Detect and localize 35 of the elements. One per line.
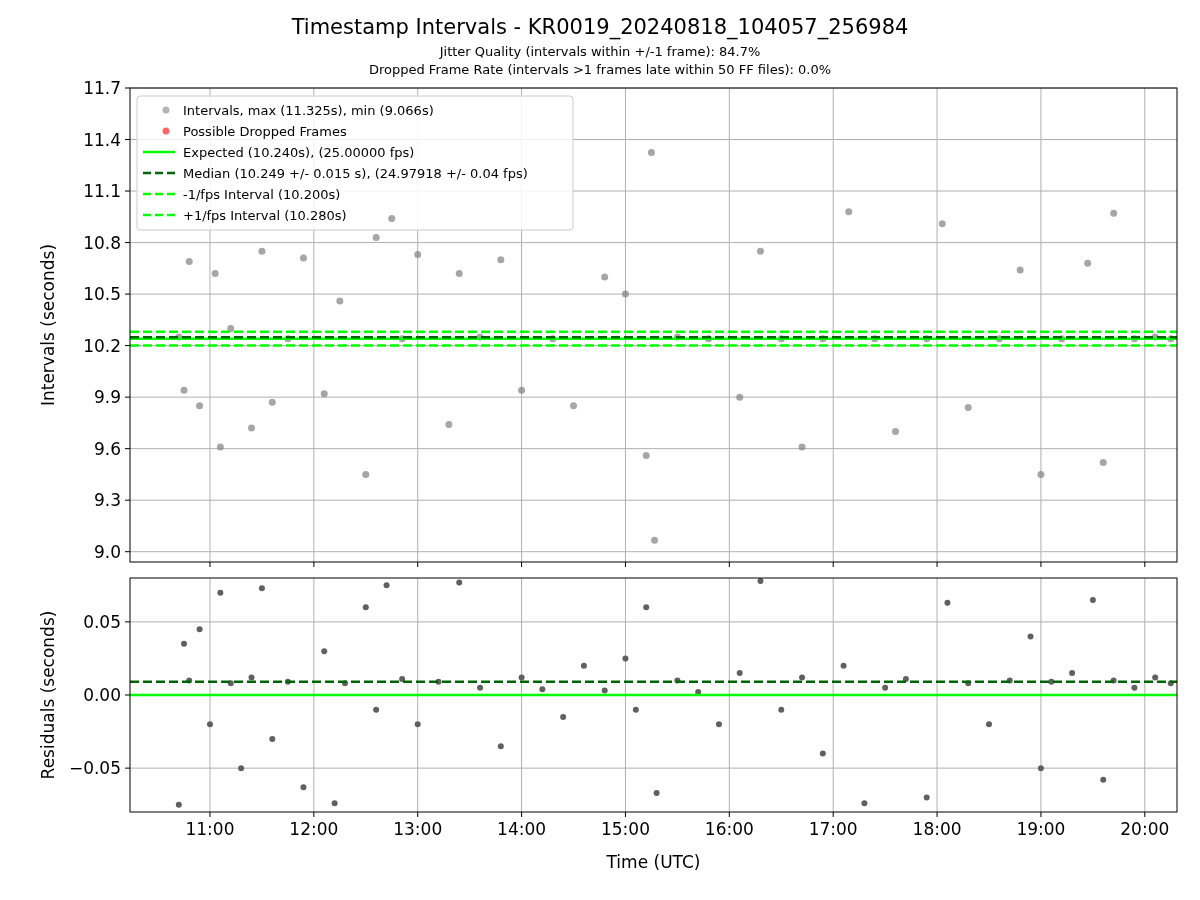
tick-label: 11.4 (83, 129, 121, 150)
tick-label: 12:00 (289, 819, 339, 839)
tick-label: 11.1 (83, 181, 121, 202)
tick-label: 9.9 (93, 387, 121, 408)
tick-label: 14:00 (497, 819, 547, 839)
tick-label: 18:00 (912, 819, 962, 839)
tick-label: 0.00 (83, 685, 121, 705)
legend-label: +1/fps Interval (10.280s) (183, 207, 347, 223)
tick-label: 16:00 (704, 819, 754, 839)
tick-label: 19:00 (1016, 819, 1066, 839)
legend-label: Possible Dropped Frames (183, 123, 347, 139)
axis-label: Intervals (seconds) (38, 243, 58, 407)
tick-label: 17:00 (808, 819, 858, 839)
subtitle: Dropped Frame Rate (intervals >1 frames late within 50 FF files): 0.0% (368, 61, 832, 79)
legend-label: Median (10.249 +/- 0.015 s), (24.97918 +/- 0.04 fps) (183, 165, 528, 181)
subtitle: Jitter Quality (intervals within +/-1 frame): 84.7% (439, 43, 761, 61)
tick-label: 9.0 (93, 541, 121, 562)
tick-label: 10.5 (83, 284, 121, 305)
tick-label: 13:00 (393, 819, 443, 839)
tick-label: 15:00 (600, 819, 650, 839)
legend-label: -1/fps Interval (10.200s) (183, 186, 341, 202)
figure-title: Timestamp Intervals - KR0019_20240818_104057_256984 (291, 14, 909, 40)
tick-label: 10.8 (83, 232, 121, 253)
tick-label: 10.2 (83, 335, 121, 356)
tick-label: −0.05 (68, 758, 121, 779)
tick-label: 11.7 (83, 78, 121, 98)
tick-label: 0.05 (83, 611, 121, 632)
tick-label: 20:00 (1120, 819, 1170, 839)
tick-label: 9.6 (93, 438, 121, 459)
axis-label: Residuals (seconds) (38, 610, 58, 780)
tick-label: 11:00 (185, 819, 235, 839)
axis-label: Time (UTC) (606, 852, 701, 872)
legend-label: Expected (10.240s), (25.00000 fps) (183, 144, 415, 160)
legend-label: Intervals, max (11.325s), min (9.066s) (183, 102, 434, 118)
tick-label: 9.3 (93, 490, 121, 511)
